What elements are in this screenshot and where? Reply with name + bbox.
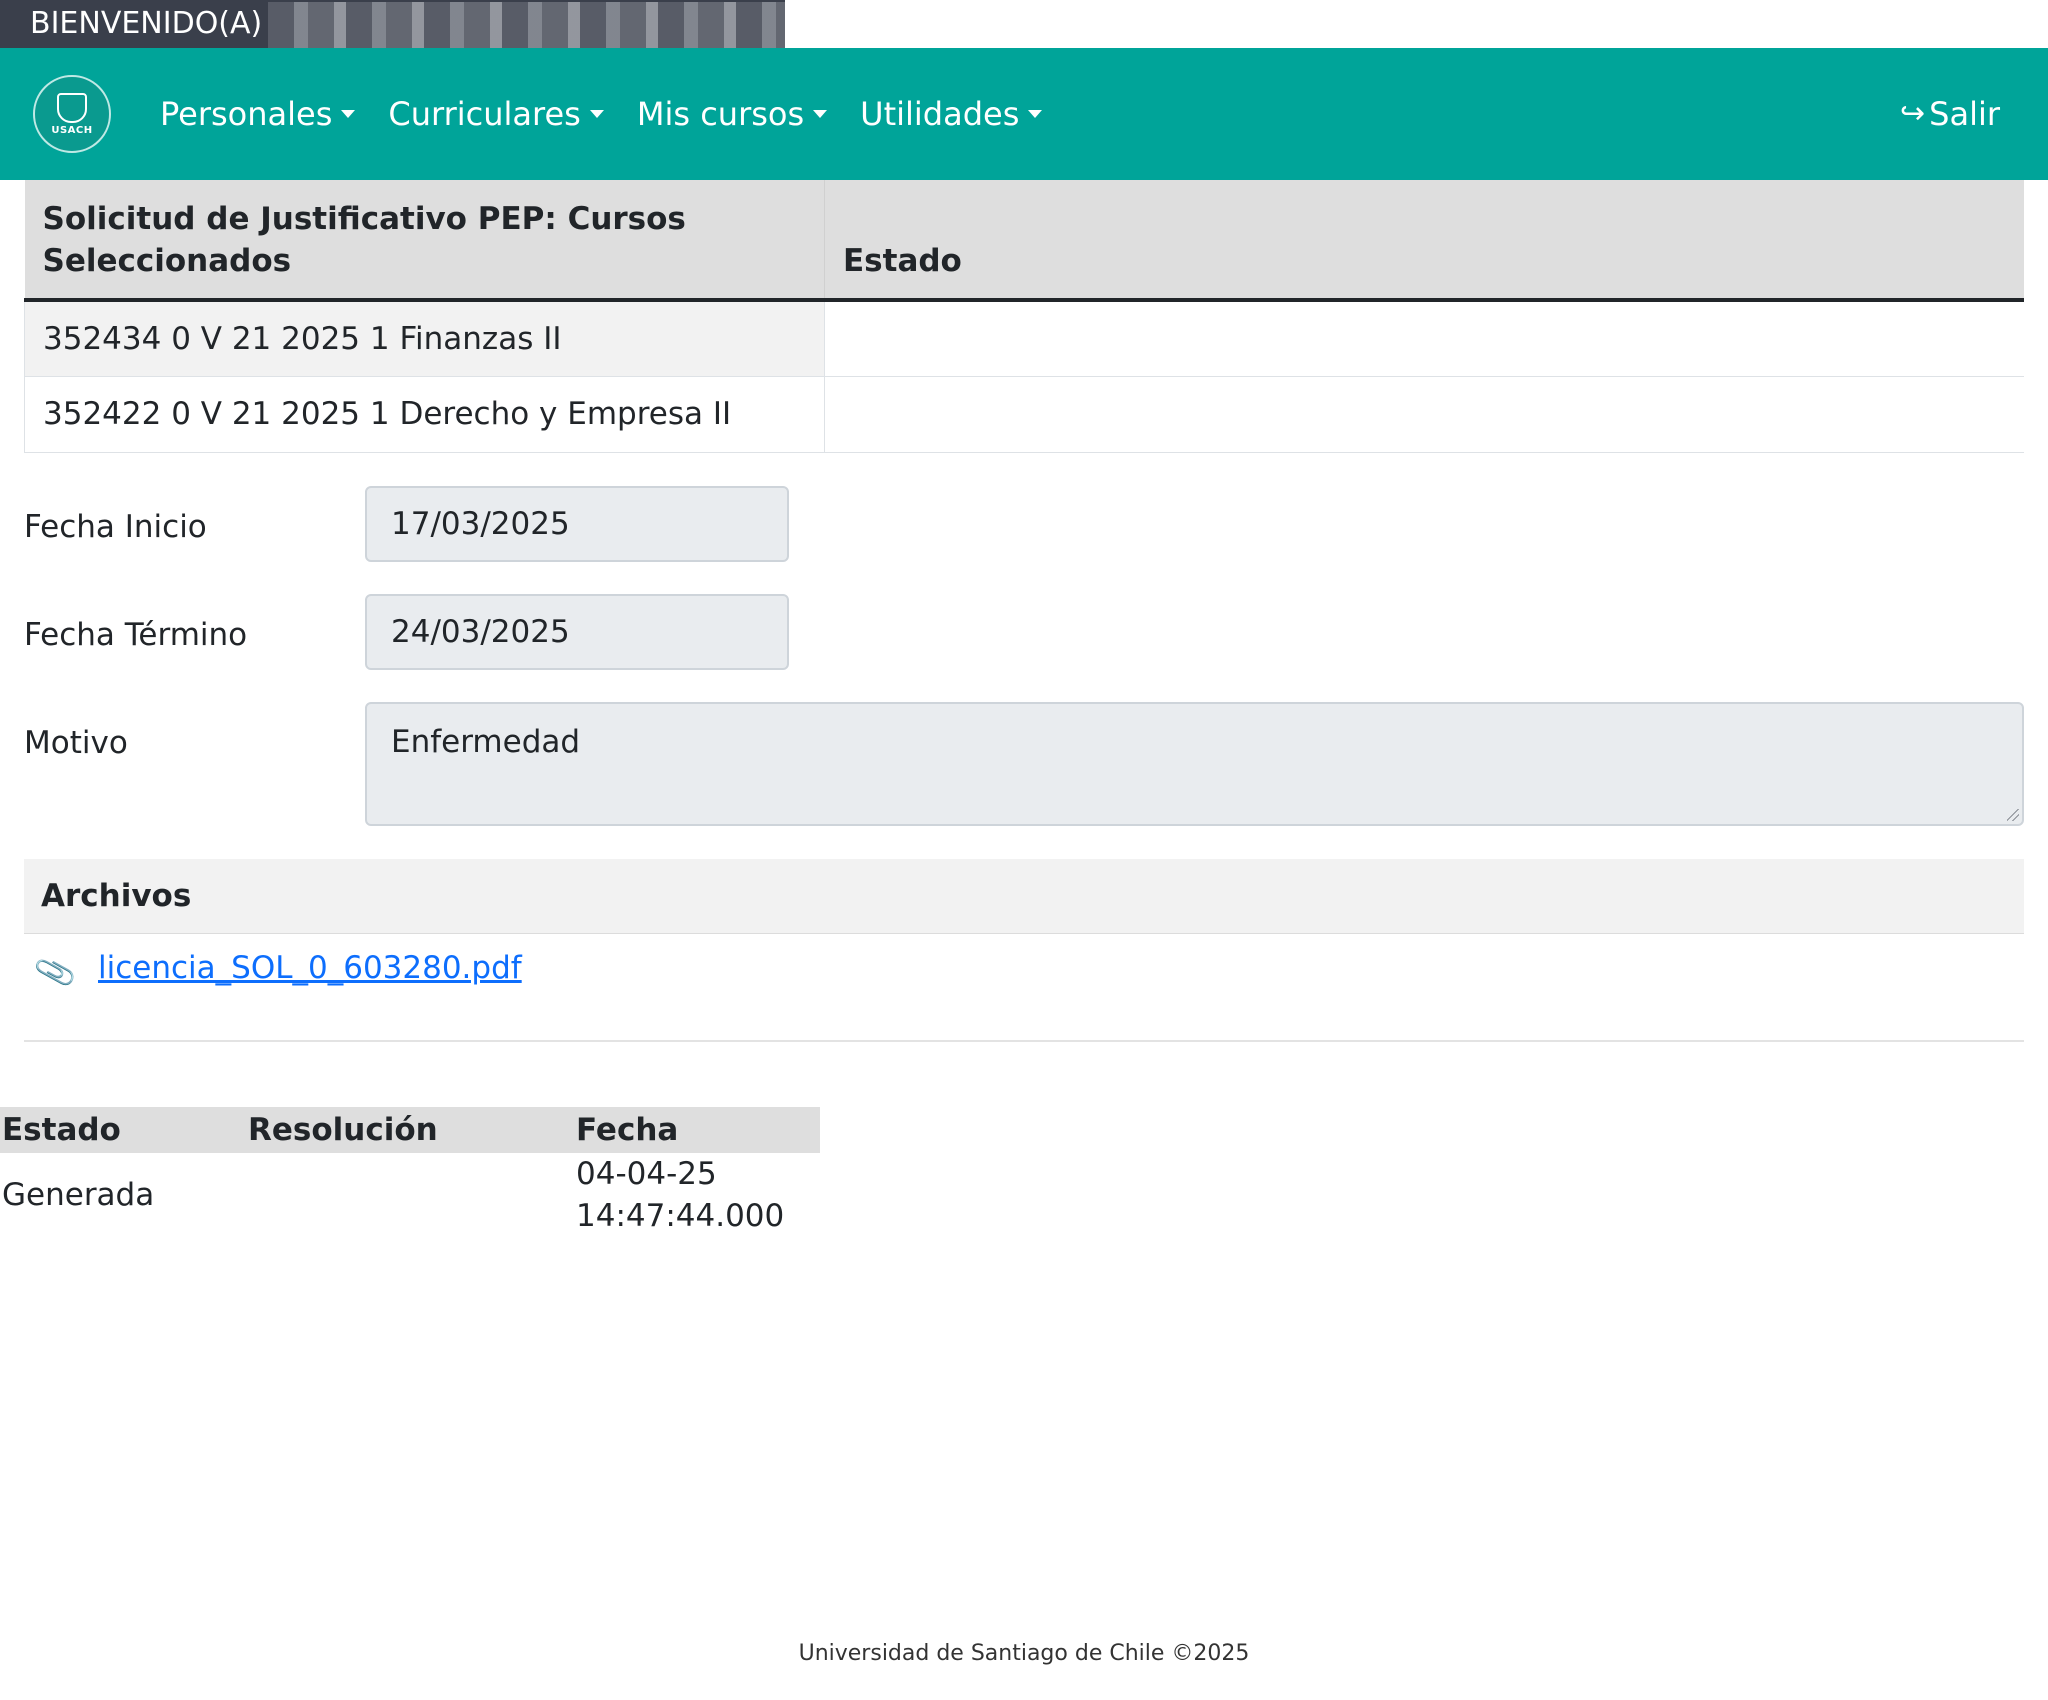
logout-button[interactable]: ↪ Salir xyxy=(1900,96,2000,132)
main-navbar: USACH Personales Curriculares Mis cursos… xyxy=(0,48,2048,180)
usach-logo[interactable]: USACH xyxy=(33,75,111,153)
course-cell: 352434 0 V 21 2025 1 Finanzas II xyxy=(24,300,825,377)
history-resolucion-header: Resolución xyxy=(246,1107,574,1153)
welcome-label: BIENVENIDO(A) xyxy=(30,6,263,41)
table-row: Generada 04-04-25 14:47:44.000 xyxy=(0,1153,820,1237)
table-row: 352422 0 V 21 2025 1 Derecho y Empresa I… xyxy=(24,376,2024,453)
sign-out-icon: ↪ xyxy=(1900,96,1926,131)
redacted-username xyxy=(268,1,789,48)
nav-item-label: Curriculares xyxy=(388,95,581,133)
fecha-termino-input[interactable]: 24/03/2025 xyxy=(365,594,789,670)
welcome-strip-background xyxy=(785,0,2048,48)
caret-down-icon xyxy=(589,110,604,118)
history-estado-cell: Generada xyxy=(2,1177,155,1213)
archivos-header: Archivos xyxy=(24,859,2024,934)
history-fecha-time: 14:47:44.000 xyxy=(576,1198,785,1234)
logo-text: USACH xyxy=(51,124,93,136)
nav-menu: Personales Curriculares Mis cursos Utili… xyxy=(160,96,1075,132)
history-fecha-date: 04-04-25 xyxy=(576,1156,717,1192)
shield-icon xyxy=(57,92,87,123)
logout-label: Salir xyxy=(1929,95,2000,133)
file-item: 📎 licencia_SOL_0_603280.pdf xyxy=(32,949,522,995)
courses-column-header: Solicitud de Justificativo PEP: Cursos S… xyxy=(24,180,825,302)
divider xyxy=(24,1040,2024,1042)
motivo-textarea[interactable]: Enfermedad xyxy=(365,702,2024,826)
nav-mis-cursos-dropdown[interactable]: Mis cursos xyxy=(636,95,828,133)
estado-cell xyxy=(824,376,2024,453)
caret-down-icon xyxy=(813,110,828,118)
course-cell: 352422 0 V 21 2025 1 Derecho y Empresa I… xyxy=(24,376,825,453)
history-estado-header: Estado xyxy=(0,1107,246,1153)
footer-text: Universidad de Santiago de Chile ©2025 xyxy=(798,1641,1250,1666)
paperclip-icon: 📎 xyxy=(31,949,79,996)
motivo-value: Enfermedad xyxy=(391,724,581,760)
selected-courses-table: Solicitud de Justificativo PEP: Cursos S… xyxy=(24,180,2024,453)
nav-utilidades-dropdown[interactable]: Utilidades xyxy=(860,95,1043,133)
history-fecha-cell: 04-04-25 14:47:44.000 xyxy=(574,1153,820,1237)
nav-curriculares-dropdown[interactable]: Curriculares xyxy=(388,95,604,133)
caret-down-icon xyxy=(341,110,356,118)
estado-column-header: Estado xyxy=(824,180,2024,302)
fecha-inicio-label: Fecha Inicio xyxy=(24,509,207,545)
table-row: 352434 0 V 21 2025 1 Finanzas II xyxy=(24,300,2024,377)
caret-down-icon xyxy=(1028,110,1043,118)
history-resolucion-cell xyxy=(246,1153,574,1237)
history-fecha-header: Fecha xyxy=(574,1107,820,1153)
fecha-termino-label: Fecha Término xyxy=(24,617,248,653)
resize-handle-icon[interactable] xyxy=(2007,809,2019,821)
welcome-bar: BIENVENIDO(A) xyxy=(0,0,789,48)
nav-item-label: Personales xyxy=(160,95,333,133)
fecha-inicio-input[interactable]: 17/03/2025 xyxy=(365,486,789,562)
file-download-link[interactable]: licencia_SOL_0_603280.pdf xyxy=(98,950,522,986)
estado-cell xyxy=(824,300,2024,377)
nav-item-label: Mis cursos xyxy=(636,95,805,133)
nav-item-label: Utilidades xyxy=(860,95,1020,133)
motivo-label: Motivo xyxy=(24,725,128,761)
nav-personales-dropdown[interactable]: Personales xyxy=(160,95,356,133)
status-history-table: Estado Resolución Fecha Generada 04-04-2… xyxy=(0,1107,820,1237)
